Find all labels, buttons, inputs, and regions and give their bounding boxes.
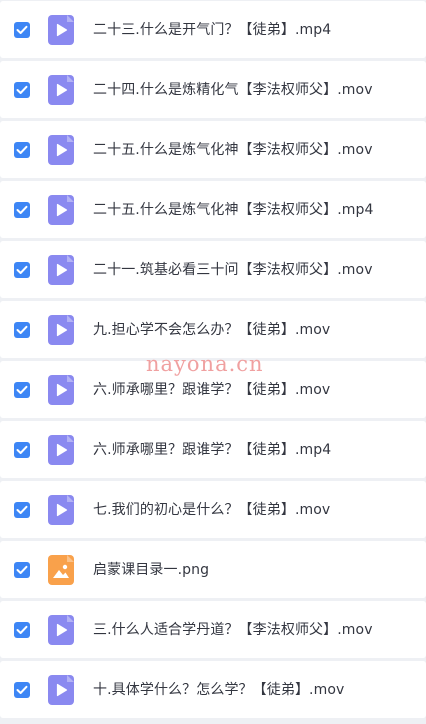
checkmark-icon (16, 445, 28, 454)
checkmark-icon (16, 85, 28, 94)
file-name[interactable]: 七.我们的初心是什么？【徒弟】.mov (93, 500, 330, 520)
video-file-icon (48, 315, 74, 345)
checkmark-icon (16, 385, 28, 394)
file-row[interactable]: 启蒙课目录一.png (0, 541, 426, 598)
video-file-icon (48, 435, 74, 465)
file-name[interactable]: 十.具体学什么？怎么学？【徒弟】.mov (93, 680, 344, 700)
file-row[interactable]: 六.师承哪里？跟谁学？【徒弟】.mp4 (0, 421, 426, 478)
file-checkbox[interactable] (14, 322, 30, 338)
image-file-icon (48, 555, 74, 585)
watermark-text: nayona.cn (146, 352, 264, 376)
file-checkbox[interactable] (14, 142, 30, 158)
video-file-icon (48, 675, 74, 705)
file-name[interactable]: 六.师承哪里？跟谁学？【徒弟】.mp4 (93, 440, 331, 460)
checkmark-icon (16, 25, 28, 34)
file-row[interactable]: 二十五.什么是炼气化神【李法权师父】.mov (0, 121, 426, 178)
file-checkbox[interactable] (14, 442, 30, 458)
checkmark-icon (16, 505, 28, 514)
checkmark-icon (16, 205, 28, 214)
checkmark-icon (16, 625, 28, 634)
video-file-icon (48, 135, 74, 165)
file-name[interactable]: 二十四.什么是炼精化气【李法权师父】.mov (93, 80, 373, 100)
file-name[interactable]: 二十五.什么是炼气化神【李法权师父】.mp4 (93, 200, 374, 220)
file-row[interactable]: 二十四.什么是炼精化气【李法权师父】.mov (0, 61, 426, 118)
file-row[interactable]: 七.我们的初心是什么？【徒弟】.mov (0, 481, 426, 538)
video-file-icon (48, 495, 74, 525)
file-checkbox[interactable] (14, 502, 30, 518)
file-name[interactable]: 二十五.什么是炼气化神【李法权师父】.mov (93, 140, 373, 160)
file-name[interactable]: 二十一.筑基必看三十问【李法权师父】.mov (93, 260, 373, 280)
file-checkbox[interactable] (14, 22, 30, 38)
video-file-icon (48, 615, 74, 645)
file-checkbox[interactable] (14, 202, 30, 218)
video-file-icon (48, 75, 74, 105)
video-file-icon (48, 195, 74, 225)
file-checkbox[interactable] (14, 682, 30, 698)
file-name[interactable]: 二十三.什么是开气门？【徒弟】.mp4 (93, 20, 331, 40)
checkmark-icon (16, 325, 28, 334)
file-name[interactable]: 九.担心学不会怎么办？【徒弟】.mov (93, 320, 330, 340)
checkmark-icon (16, 565, 28, 574)
video-file-icon (48, 375, 74, 405)
file-checkbox[interactable] (14, 82, 30, 98)
file-row[interactable]: 二十三.什么是开气门？【徒弟】.mp4 (0, 1, 426, 58)
file-checkbox[interactable] (14, 622, 30, 638)
file-checkbox[interactable] (14, 382, 30, 398)
file-row[interactable]: 三.什么人适合学丹道？【李法权师父】.mov (0, 601, 426, 658)
checkmark-icon (16, 145, 28, 154)
file-checkbox[interactable] (14, 562, 30, 578)
file-row[interactable]: 二十一.筑基必看三十问【李法权师父】.mov (0, 241, 426, 298)
checkmark-icon (16, 265, 28, 274)
file-row[interactable]: 十.具体学什么？怎么学？【徒弟】.mov (0, 661, 426, 718)
file-row[interactable]: 二十五.什么是炼气化神【李法权师父】.mp4 (0, 181, 426, 238)
file-checkbox[interactable] (14, 262, 30, 278)
file-name[interactable]: 六.师承哪里？跟谁学？【徒弟】.mov (93, 380, 330, 400)
video-file-icon (48, 15, 74, 45)
file-name[interactable]: 启蒙课目录一.png (93, 560, 209, 580)
video-file-icon (48, 255, 74, 285)
file-row[interactable]: 九.担心学不会怎么办？【徒弟】.mov (0, 301, 426, 358)
checkmark-icon (16, 685, 28, 694)
file-name[interactable]: 三.什么人适合学丹道？【李法权师父】.mov (93, 620, 373, 640)
